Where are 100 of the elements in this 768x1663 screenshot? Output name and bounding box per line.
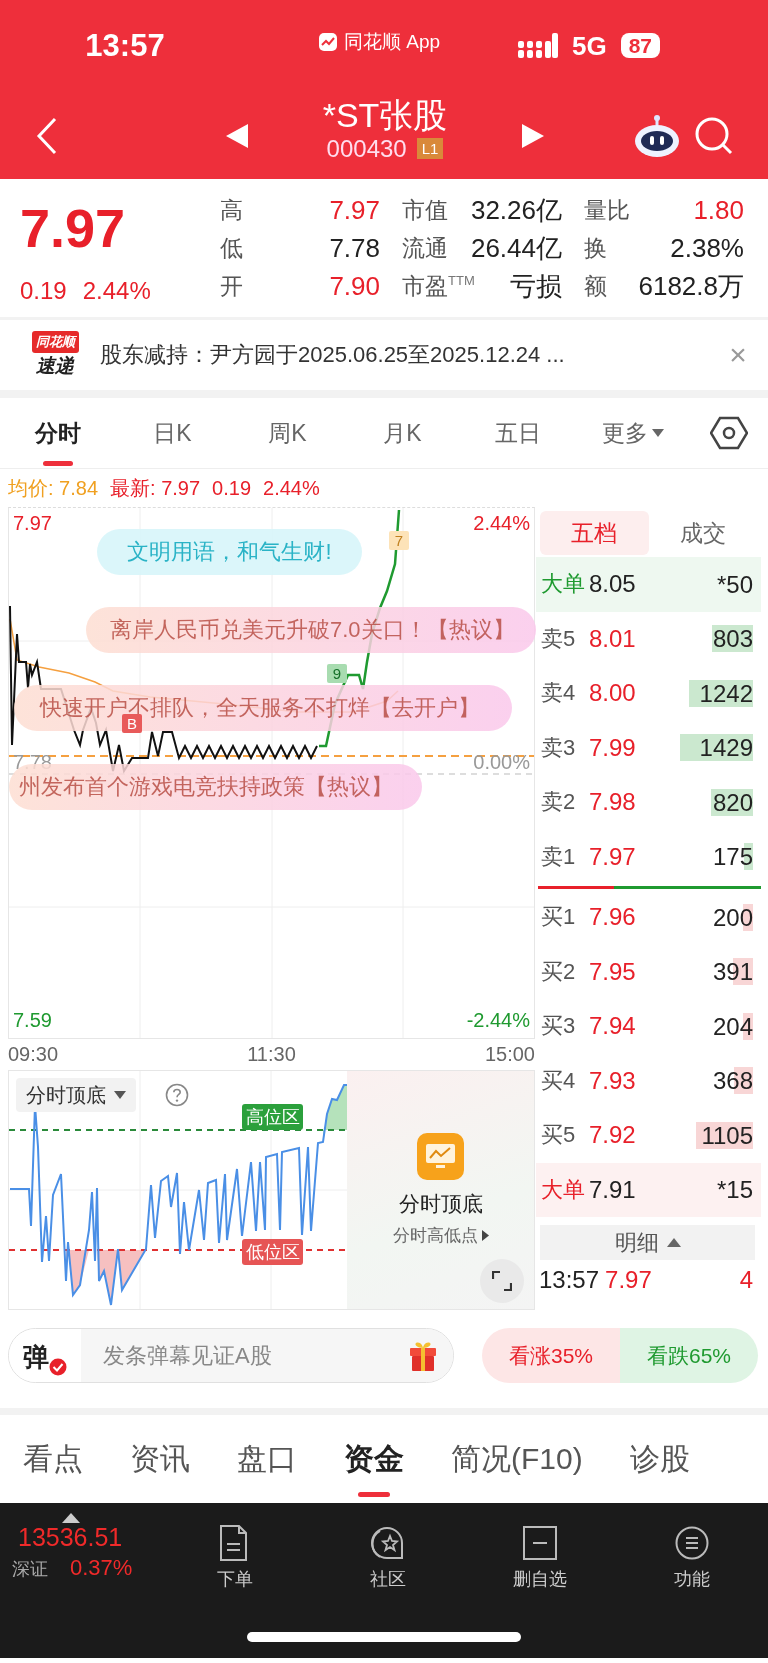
index-ticker[interactable]: 13536.51 深证 0.37% <box>0 1513 160 1613</box>
settings-icon[interactable] <box>710 416 748 450</box>
order-price: 7.95 <box>589 957 637 986</box>
trade-price: 7.97 <box>605 1266 653 1294</box>
menu-icon <box>674 1525 709 1561</box>
level-badge: L1 <box>416 138 444 159</box>
chart-tab[interactable]: 日K <box>115 398 230 468</box>
promo-title: 分时顶底 <box>398 1191 483 1217</box>
order-label: 卖4 <box>541 679 577 708</box>
comment-field[interactable]: 弹 发条弹幕见证A股 <box>8 1328 454 1383</box>
percent-change: 2.44% <box>82 277 151 305</box>
indicator-selector[interactable]: 分时顶底 <box>16 1078 136 1112</box>
dock-button[interactable]: 功能 <box>615 1513 768 1613</box>
section-tab[interactable]: 简况(F10) <box>451 1415 583 1503</box>
percent-axis-label: 2.44% <box>473 512 530 535</box>
order-label: 大单 <box>541 570 586 599</box>
bullet-comment: 离岸人民币兑美元升破7.0关口！【热议】 <box>86 607 536 653</box>
stat-value: 1.80 <box>693 194 744 226</box>
fullscreen-icon <box>492 1271 512 1291</box>
monitor-icon <box>417 1133 464 1180</box>
up-triangle-icon <box>62 1513 80 1523</box>
logo-text: 速递 <box>36 354 74 378</box>
order-label: 买1 <box>541 903 577 932</box>
chart-marker: 7 <box>389 531 409 550</box>
stat-value: 7.97 <box>329 194 380 226</box>
chart-tab[interactable]: 五日 <box>460 398 575 468</box>
stat-value: 7.78 <box>329 232 380 264</box>
app-name: 同花顺 App <box>343 30 441 54</box>
section-tab[interactable]: 看点 <box>23 1415 83 1503</box>
bullet-toggle[interactable]: 弹 <box>23 1340 49 1374</box>
network-label: 5G <box>572 30 607 62</box>
stat-value: 7.90 <box>329 270 380 302</box>
time-axis-label: 11:30 <box>247 1043 296 1066</box>
order-label: 买4 <box>541 1066 577 1095</box>
signal-icon <box>518 33 558 59</box>
help-icon[interactable] <box>165 1083 189 1107</box>
percent-axis-label: 0.00% <box>473 751 530 774</box>
robot-icon[interactable] <box>633 113 681 158</box>
time-axis-label: 09:30 <box>8 1043 59 1066</box>
chart-tab[interactable]: 周K <box>230 398 345 468</box>
dock-button[interactable]: 删自选 <box>463 1513 616 1613</box>
next-arrow-icon[interactable] <box>522 123 544 148</box>
chevron-icon <box>481 1230 489 1241</box>
dock-button[interactable]: 下单 <box>159 1513 312 1613</box>
price-axis-label: 7.59 <box>13 1009 52 1032</box>
details-header[interactable]: 明细 <box>540 1225 755 1260</box>
order-label: 大单 <box>541 1175 586 1204</box>
stat-value: 亏损 <box>510 269 562 303</box>
order-volume: *50 <box>715 570 753 598</box>
back-icon[interactable] <box>36 116 58 155</box>
percent-axis-label: -2.44% <box>466 1009 530 1032</box>
order-volume: *15 <box>715 1176 753 1204</box>
order-label: 卖1 <box>541 842 577 871</box>
previous-arrow-icon[interactable] <box>226 123 248 148</box>
order-label: 卖2 <box>541 788 577 817</box>
order-book-tab[interactable]: 五档 <box>540 511 649 555</box>
price-axis-label: 7.97 <box>13 512 52 535</box>
order-price: 8.05 <box>589 570 637 599</box>
promo-card[interactable]: 分时顶底 分时高低点 <box>347 1071 534 1309</box>
dock-button[interactable]: 社区 <box>311 1513 464 1613</box>
news-headline[interactable]: 股东减持：尹方园于2025.06.25至2025.12.24 ... <box>100 340 708 370</box>
order-price: 8.00 <box>589 679 637 708</box>
stat-value: 32.26亿 <box>470 193 562 227</box>
section-tab[interactable]: 诊股 <box>629 1415 690 1503</box>
order-price: 7.91 <box>589 1175 637 1204</box>
stat-label: 市盈$^{TTM}$ <box>402 271 475 301</box>
check-icon <box>49 1358 67 1376</box>
stat-label: 额 <box>584 271 607 301</box>
order-price: 7.97 <box>589 842 637 871</box>
stat-value: 26.44亿 <box>470 231 562 265</box>
caret-icon <box>651 429 664 437</box>
chart-tab[interactable]: 更多 <box>575 398 690 468</box>
stat-label: 换 <box>584 233 607 263</box>
promo-link[interactable]: 分时高低点 <box>392 1224 489 1247</box>
trade-time: 13:57 <box>539 1266 600 1294</box>
section-tab[interactable]: 盘口 <box>237 1415 297 1503</box>
index-change: 0.37% <box>70 1555 133 1581</box>
stat-value: 2.38% <box>670 232 744 264</box>
section-tab[interactable]: 资讯 <box>130 1415 190 1503</box>
stat-label: 量比 <box>584 195 630 225</box>
last-price: 7.97 <box>20 197 127 259</box>
chart-marker: B <box>122 714 142 733</box>
search-icon[interactable] <box>693 115 734 156</box>
high-zone-label: 高位区 <box>242 1104 303 1130</box>
minus-square-icon <box>522 1525 557 1561</box>
stat-label: 低 <box>220 233 243 263</box>
bullish-vote-button[interactable]: 看涨35% <box>482 1328 620 1383</box>
stat-label: 市值 <box>402 195 448 225</box>
order-book-tab[interactable]: 成交 <box>648 511 757 555</box>
logo-badge: 同花顺 <box>31 331 79 353</box>
latest-percent: 2.44% <box>263 476 320 500</box>
app-logo-icon <box>317 32 338 52</box>
bullet-comment: 文明用语，和气生财! <box>97 529 362 575</box>
expand-button[interactable] <box>480 1259 524 1303</box>
chart-tab[interactable]: 分时 <box>0 398 115 468</box>
section-tab[interactable]: 资金 <box>344 1415 404 1503</box>
chart-tab[interactable]: 月K <box>345 398 460 468</box>
stat-value: 6182.8万 <box>638 269 744 303</box>
stock-code: 000430 <box>326 134 407 163</box>
latest-price: 最新: 7.97 <box>110 475 201 501</box>
